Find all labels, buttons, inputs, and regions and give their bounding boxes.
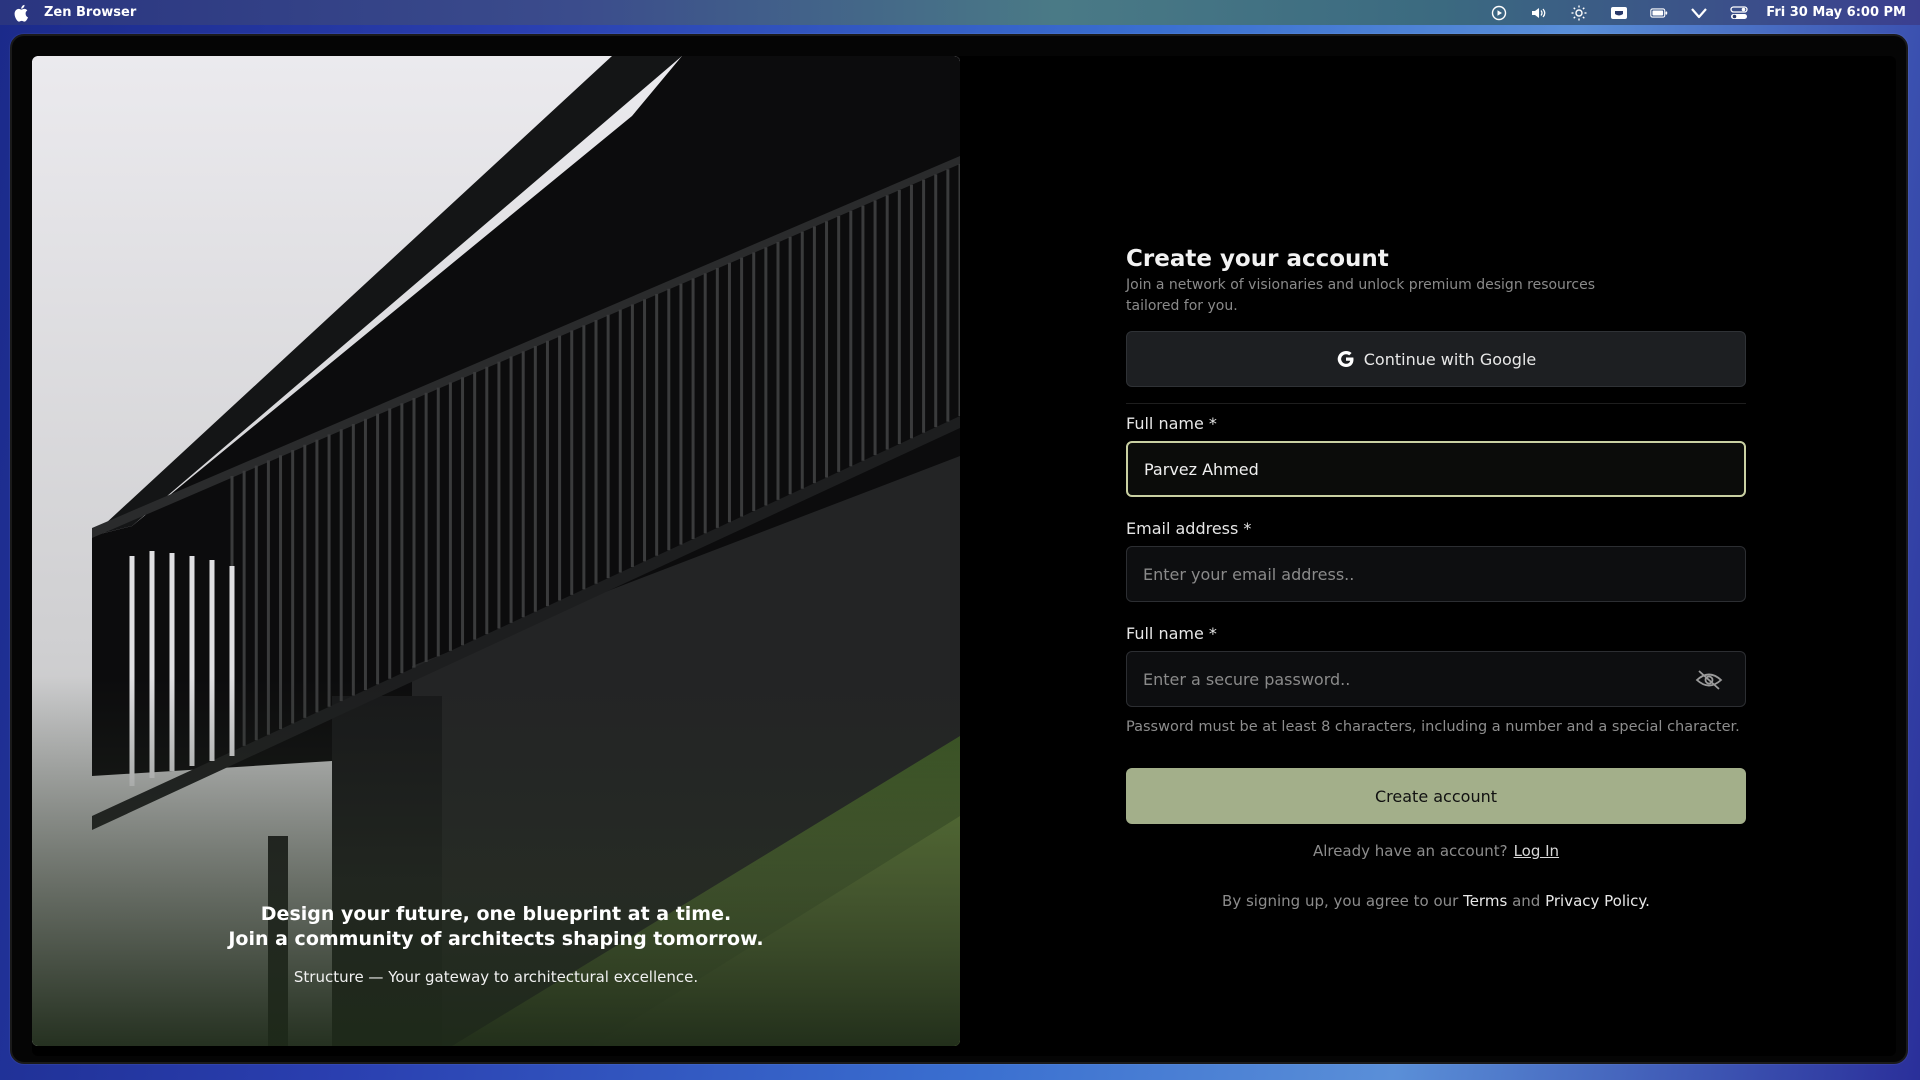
google-icon (1337, 351, 1354, 367)
hero-image-panel: Design your future, one blueprint at a t… (32, 56, 960, 1046)
battery-icon[interactable] (1650, 5, 1668, 21)
legal-notice: By signing up, you agree to our Terms an… (1126, 892, 1746, 910)
active-app-name[interactable]: Zen Browser (44, 5, 136, 20)
keyboard-icon[interactable] (1610, 5, 1628, 21)
architecture-illustration (32, 56, 960, 1046)
browser-window: Design your future, one blueprint at a t… (10, 34, 1908, 1064)
control-center-icon[interactable] (1730, 5, 1748, 21)
hero-headline: Design your future, one blueprint at a t… (32, 902, 960, 952)
volume-icon[interactable] (1530, 5, 1548, 21)
signup-form: Create your account Join a network of vi… (1126, 246, 1746, 910)
login-prompt: Already have an account? (1312, 842, 1508, 860)
hero-caption: Design your future, one blueprint at a t… (32, 902, 960, 986)
form-title: Create your account (1126, 246, 1389, 272)
terms-link[interactable]: Terms (1463, 892, 1507, 910)
privacy-policy-link[interactable]: Privacy Policy. (1545, 892, 1650, 910)
full-name-value: Parvez Ahmed (1144, 459, 1259, 479)
page-content: Design your future, one blueprint at a t… (32, 56, 1896, 1056)
legal-prefix: By signing up, you agree to our (1222, 892, 1459, 910)
brightness-icon[interactable] (1570, 5, 1588, 21)
password-input[interactable]: Enter a secure password.. (1126, 651, 1746, 707)
menu-bar: Zen Browser Fri 30 May 6:00 PM (0, 0, 1920, 25)
email-placeholder: Enter your email address.. (1143, 564, 1355, 584)
create-account-label: Create account (1375, 786, 1497, 806)
create-account-button[interactable]: Create account (1126, 768, 1746, 824)
password-hint: Password must be at least 8 characters, … (1126, 719, 1740, 735)
continue-with-google-button[interactable]: Continue with Google (1126, 331, 1746, 387)
form-subtitle: Join a network of visionaries and unlock… (1126, 277, 1595, 314)
apple-logo-icon[interactable] (14, 4, 30, 22)
hero-headline-line-2: Join a community of architects shaping t… (228, 928, 764, 950)
full-name-label: Full name * (1126, 414, 1217, 433)
divider (1126, 403, 1746, 404)
email-label: Email address * (1126, 519, 1252, 538)
login-prompt-row: Already have an account? Log In (1126, 842, 1746, 860)
legal-and: and (1512, 892, 1541, 910)
full-name-input[interactable]: Parvez Ahmed (1126, 441, 1746, 497)
login-link[interactable]: Log In (1514, 842, 1560, 860)
wifi-icon[interactable] (1690, 5, 1708, 21)
play-circle-icon[interactable] (1490, 5, 1508, 21)
password-placeholder: Enter a secure password.. (1143, 669, 1351, 689)
google-button-label: Continue with Google (1363, 349, 1537, 369)
password-label: Full name * (1126, 624, 1217, 643)
eye-off-icon[interactable] (1695, 669, 1723, 691)
hero-tagline: Structure — Your gateway to architectura… (293, 968, 699, 986)
hero-headline-line-1: Design your future, one blueprint at a t… (260, 903, 732, 925)
menu-bar-clock[interactable]: Fri 30 May 6:00 PM (1766, 5, 1906, 20)
email-input[interactable]: Enter your email address.. (1126, 546, 1746, 602)
